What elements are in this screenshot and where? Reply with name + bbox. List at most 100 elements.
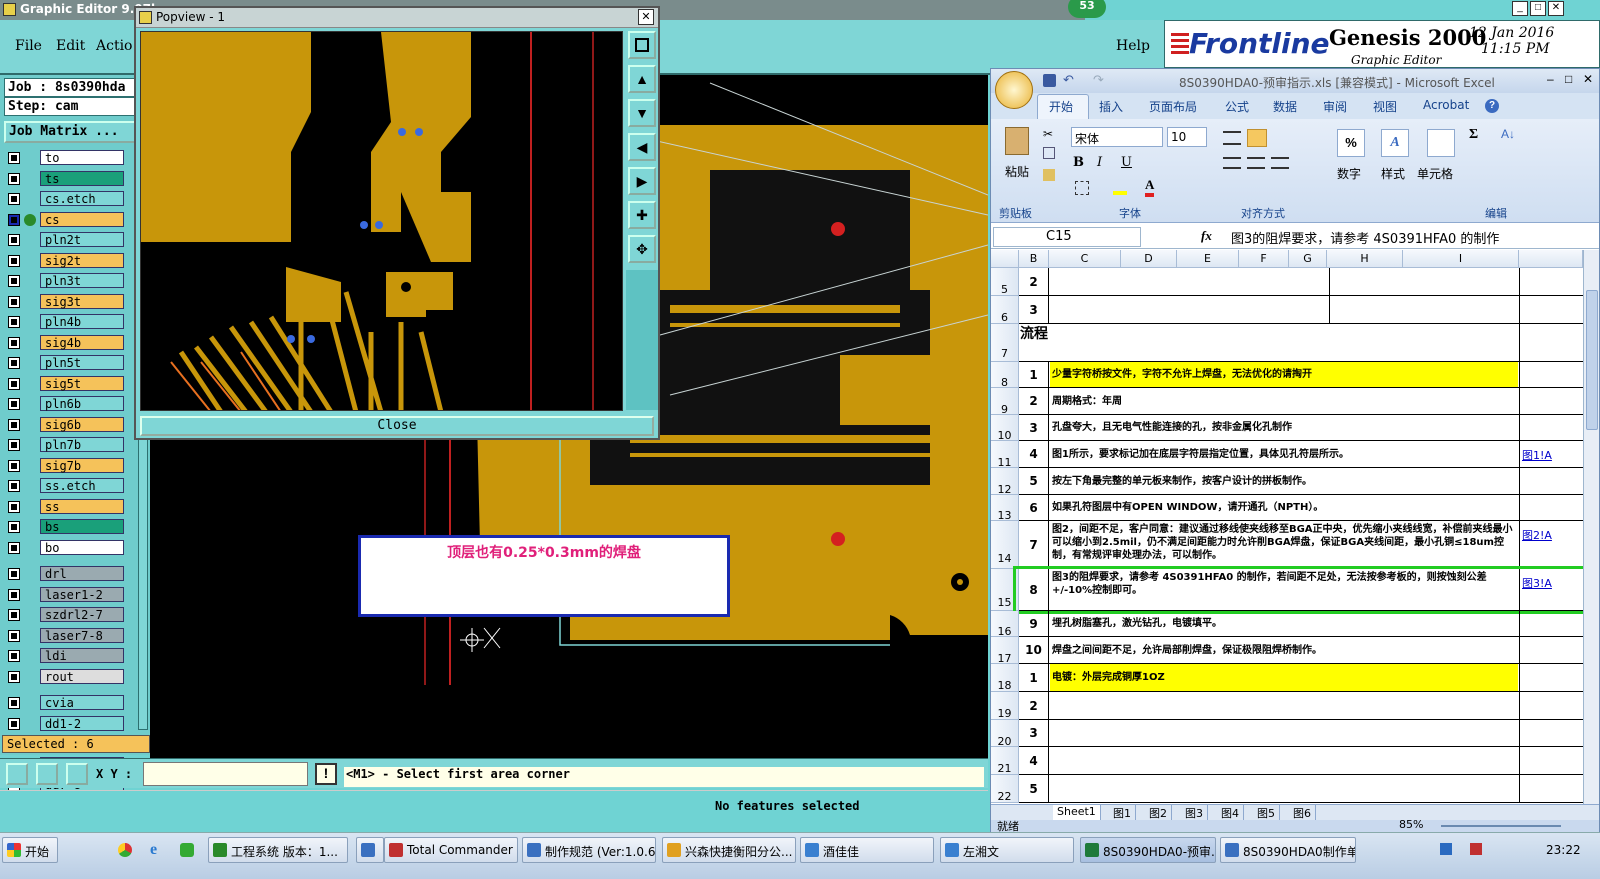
table-row[interactable]: 8 图3的阻焊要求，请参考 4S0391HFA0 的制作，若间距不足处，无法按参考… xyxy=(1013,566,1587,614)
percent-icon[interactable]: % xyxy=(1337,129,1365,157)
layer-checkbox[interactable] xyxy=(8,357,20,369)
job-matrix-button[interactable]: Job Matrix ... xyxy=(4,121,147,143)
requirement-text[interactable]: 孔盘夸大，且无电气性能连接的孔，按非金属化孔制作 xyxy=(1050,415,1518,440)
align-right-icon[interactable] xyxy=(1271,157,1289,169)
row-header[interactable]: 8 xyxy=(991,362,1019,389)
number-button[interactable]: 数字 xyxy=(1337,165,1361,182)
start-button[interactable]: 开始 xyxy=(2,837,58,863)
requirement-text[interactable] xyxy=(1050,775,1518,802)
row-header[interactable]: 14 xyxy=(991,521,1019,569)
bold-button[interactable]: B xyxy=(1073,155,1084,170)
table-row[interactable]: 5 xyxy=(1019,775,1583,803)
requirement-text[interactable]: 埋孔树脂塞孔，激光钻孔，电镀填平。 xyxy=(1050,611,1518,636)
layer-checkbox[interactable] xyxy=(8,568,20,580)
layer-row[interactable]: ts xyxy=(4,170,144,187)
layer-checkbox[interactable] xyxy=(8,521,20,533)
font-name-select[interactable]: 宋体 xyxy=(1071,127,1163,147)
layer-row[interactable]: ss.etch xyxy=(4,478,144,494)
align-center-icon[interactable] xyxy=(1247,157,1265,169)
table-row[interactable]: 流程 xyxy=(1019,324,1583,362)
layer-checkbox[interactable] xyxy=(8,213,20,226)
name-box[interactable]: C15 xyxy=(993,227,1141,247)
layer-row[interactable]: to xyxy=(4,150,144,166)
align-top-icon[interactable] xyxy=(1223,131,1241,145)
table-row[interactable]: 9 埋孔树脂塞孔，激光钻孔，电镀填平。 xyxy=(1019,611,1583,637)
table-row[interactable]: 6 如果孔符图层中有OPEN WINDOW，请开通孔（NPTH）。 xyxy=(1019,495,1583,521)
chrome-icon[interactable] xyxy=(118,843,132,857)
tray-volume-icon[interactable] xyxy=(1470,843,1482,855)
layer-row[interactable]: pln4b xyxy=(4,314,144,330)
table-row[interactable]: 10 焊盘之间间距不足，允许局部削焊盘，保证极限阻焊桥制作。 xyxy=(1019,637,1583,664)
taskbar-item[interactable]: 8S0390HDA0-预审... xyxy=(1080,837,1216,863)
taskbar-item[interactable]: 左湘文 xyxy=(940,837,1074,863)
sheet-tab[interactable]: 图5 xyxy=(1253,805,1280,820)
taskbar-item[interactable] xyxy=(356,837,384,863)
cells-button[interactable]: 单元格 xyxy=(1417,165,1453,182)
row-header[interactable]: 18 xyxy=(991,664,1019,692)
requirement-text[interactable]: 图1所示，要求标记加在底层字符层指定位置，具体见孔符层所示。 xyxy=(1050,441,1518,467)
formula-input[interactable]: 图3的阻焊要求，请参考 4S0391HFA0 的制作 xyxy=(1231,228,1581,247)
row-header[interactable]: 10 xyxy=(991,415,1019,442)
sheet-tab[interactable]: 图1 xyxy=(1109,805,1136,820)
col-header-b[interactable]: B xyxy=(1019,250,1049,268)
requirement-text[interactable]: 电镀：外层完成铜厚1OZ xyxy=(1050,664,1518,691)
row-header[interactable]: 5 xyxy=(991,268,1019,296)
pop-zoom-fit-button[interactable] xyxy=(628,31,656,59)
pop-zoom-in-button[interactable]: ✚ xyxy=(628,201,656,229)
layer-row[interactable]: laser7-8 xyxy=(4,627,144,644)
layer-checkbox[interactable] xyxy=(8,234,20,246)
pop-zoom-out-button[interactable]: ✥ xyxy=(628,235,656,263)
zoom-icon[interactable] xyxy=(6,763,28,785)
row-header[interactable]: 9 xyxy=(991,388,1019,416)
popview-close-icon[interactable]: ✕ xyxy=(638,9,654,25)
layer-checkbox[interactable] xyxy=(8,459,20,472)
layer-row[interactable]: sig2t xyxy=(4,252,144,269)
measure-icon[interactable] xyxy=(36,763,58,785)
layer-row[interactable]: bs xyxy=(4,519,144,535)
layer-checkbox[interactable] xyxy=(8,480,20,492)
tab-view[interactable]: 视图 xyxy=(1373,98,1397,115)
table-row[interactable]: 2 xyxy=(1019,268,1583,296)
row-header[interactable]: 19 xyxy=(991,692,1019,720)
requirement-text[interactable]: 焊盘之间间距不足，允许局部削焊盘，保证极限阻焊桥制作。 xyxy=(1050,637,1518,663)
col-header-e[interactable]: E xyxy=(1177,250,1239,268)
layer-row[interactable]: cvia xyxy=(4,695,144,711)
sheet-link[interactable]: 图1!A xyxy=(1519,441,1583,467)
taskbar-item[interactable]: 8S0390HDA0制作单... xyxy=(1220,837,1356,863)
layer-row[interactable]: pln3t xyxy=(4,273,144,289)
tab-insert[interactable]: 插入 xyxy=(1099,98,1123,115)
menu-edit[interactable]: Edit xyxy=(56,38,85,54)
minimize-icon[interactable]: _ xyxy=(1512,1,1528,16)
row-header[interactable]: 22 xyxy=(991,775,1019,803)
layer-row[interactable]: szdrl2-7 xyxy=(4,607,144,623)
col-header-g[interactable]: G xyxy=(1289,250,1327,268)
layer-row[interactable]: ldi xyxy=(4,648,144,664)
layer-checkbox[interactable] xyxy=(8,295,20,308)
layer-row[interactable]: sig7b xyxy=(4,457,144,474)
tab-data[interactable]: 数据 xyxy=(1273,98,1297,115)
table-row[interactable]: 1 少量字符桥按文件，字符不允许上焊盘，无法优化的请掏开 xyxy=(1019,362,1583,388)
col-header-i[interactable]: I xyxy=(1403,250,1519,268)
redo-icon[interactable]: ↷ xyxy=(1093,72,1104,88)
layer-checkbox[interactable] xyxy=(8,439,20,451)
vertical-scrollbar[interactable] xyxy=(1583,250,1599,804)
requirement-text[interactable] xyxy=(1050,692,1518,719)
sheet-tab[interactable]: 图2 xyxy=(1145,805,1172,820)
fill-color-icon[interactable] xyxy=(1113,181,1127,195)
layer-checkbox[interactable] xyxy=(8,650,20,662)
requirement-text[interactable] xyxy=(1050,296,1518,323)
requirement-text[interactable] xyxy=(1050,720,1518,746)
zoom-level[interactable]: 85% xyxy=(1399,818,1423,831)
layer-checkbox[interactable] xyxy=(8,418,20,431)
tray-network-icon[interactable] xyxy=(1440,843,1452,855)
help-icon[interactable]: ? xyxy=(1485,99,1499,113)
pop-pan-left-button[interactable]: ◀ xyxy=(628,133,656,161)
font-size-select[interactable]: 10 xyxy=(1167,127,1207,147)
zoom-slider[interactable] xyxy=(1441,825,1561,827)
layer-row[interactable]: ss xyxy=(4,498,144,515)
excel-min-icon[interactable]: – xyxy=(1547,72,1554,86)
cells-icon[interactable] xyxy=(1427,129,1455,157)
layer-checkbox[interactable] xyxy=(8,172,20,185)
sum-icon[interactable]: Σ xyxy=(1469,127,1478,143)
underline-button[interactable]: U xyxy=(1121,155,1132,170)
